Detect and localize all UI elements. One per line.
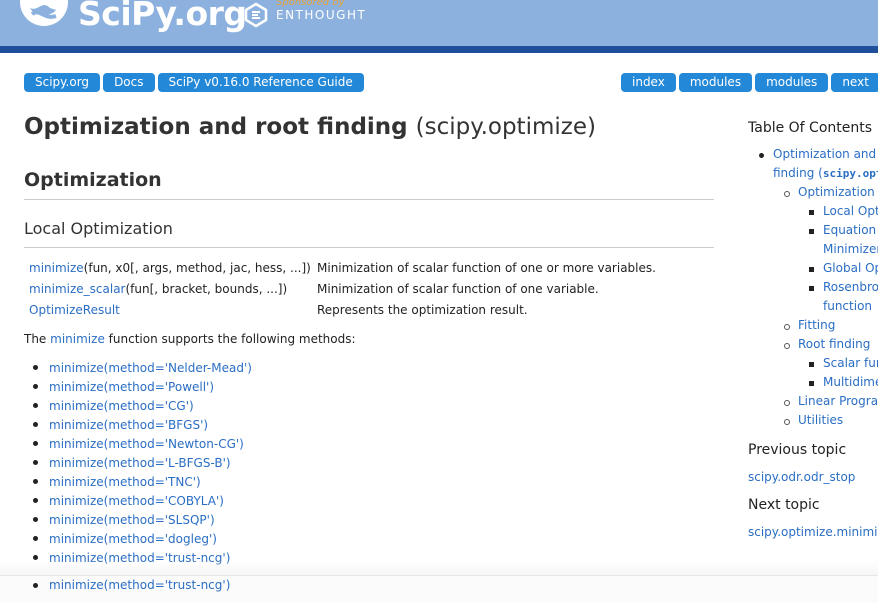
methods-intro-post: function supports the following methods: [108, 332, 356, 346]
summary-row: OptimizeResult [29, 303, 120, 317]
methods-intro-pre: The [24, 332, 47, 346]
related-nav: index modules modules next [621, 73, 878, 92]
sponsor-name[interactable]: ENTHOUGHT [276, 8, 366, 22]
toc-item-rosenbrock-line2[interactable]: function [823, 299, 872, 313]
method-link[interactable]: minimize(method='CG') [33, 398, 252, 417]
nav-reference-guide-button[interactable]: SciPy v0.16.0 Reference Guide [157, 73, 364, 92]
nav-scipy-org-button[interactable]: Scipy.org [24, 73, 101, 92]
section-heading: Optimization [24, 169, 162, 191]
previous-topic-link[interactable]: scipy.odr.odr_stop [748, 470, 855, 484]
section-divider [24, 199, 714, 200]
next-topic-link[interactable]: scipy.optimize.minimize [748, 525, 878, 539]
toc-item-scalar-functions[interactable]: Scalar functions [808, 356, 878, 370]
breadcrumb-nav: Scipy.org Docs SciPy v0.16.0 Reference G… [24, 73, 364, 92]
methods-intro: The minimize function supports the follo… [24, 332, 356, 346]
subsection-divider [24, 247, 714, 248]
method-link[interactable]: minimize(method='BFGS') [33, 417, 252, 436]
summary-row: minimize_scalar(fun[, bracket, bounds, .… [29, 282, 287, 296]
next-topic-heading: Next topic [748, 497, 820, 513]
summary-description: Minimization of scalar function of one v… [317, 282, 599, 296]
summary-signature: (fun, x0[, args, method, jac, hess, ...]… [83, 261, 311, 275]
subsection-heading: Local Optimization [24, 219, 173, 238]
summary-description: Minimization of scalar function of one o… [317, 261, 656, 275]
toc-item-root-finding[interactable]: Root finding [783, 337, 870, 351]
minimize-scalar-link[interactable]: minimize_scalar [29, 282, 126, 296]
toc-item-global-optimization[interactable]: Global Optimization [809, 261, 878, 275]
toc-item-equation-minimizers[interactable]: Equation (Local) [808, 223, 878, 237]
method-link[interactable]: minimize(method='L-BFGS-B') [33, 455, 252, 474]
toc-item-optimization[interactable]: Optimization [784, 185, 875, 199]
nav-modules-button[interactable]: modules [678, 73, 753, 92]
method-link[interactable]: minimize(method='SLSQP') [33, 512, 252, 531]
optimize-result-link[interactable]: OptimizeResult [29, 303, 120, 317]
page-title-text: Optimization and root finding [24, 114, 408, 140]
method-link[interactable]: minimize(method='Nelder-Mead') [33, 360, 252, 379]
header-stripe [0, 46, 878, 53]
method-link[interactable]: minimize(method='Powell') [33, 379, 252, 398]
toc-item-local-optimization[interactable]: Local Optimization [809, 204, 878, 218]
nav-modules-button-2[interactable]: modules [755, 73, 829, 92]
page-title: Optimization and root finding (scipy.opt… [24, 114, 596, 140]
toc-root-code: scipy.optimize [822, 167, 878, 180]
nav-index-button[interactable]: index [621, 73, 676, 92]
toc-item-fitting[interactable]: Fitting [783, 318, 835, 332]
toc-root-pre: finding ( [773, 166, 823, 180]
page-title-module: (scipy.optimize) [415, 114, 596, 140]
toc-item-root[interactable]: Optimization and root [758, 147, 878, 161]
toc-item-rosenbrock[interactable]: Rosenbrock [809, 280, 878, 294]
sponsored-by-label: Sponsored by [276, 0, 345, 8]
toc-item-utilities[interactable]: Utilities [783, 413, 843, 427]
summary-description: Represents the optimization result. [317, 303, 528, 317]
minimize-inline-link[interactable]: minimize [50, 332, 105, 346]
scipy-logo-icon[interactable] [20, 0, 68, 26]
toc-title: Table Of Contents [748, 120, 873, 136]
method-link[interactable]: minimize(method='dogleg') [33, 531, 252, 550]
toc-item-linear-programming[interactable]: Linear Programming [784, 394, 878, 408]
site-header: SciPy.org Sponsored by ENTHOUGHT [0, 0, 878, 46]
minimize-link[interactable]: minimize [29, 261, 84, 275]
nav-docs-button[interactable]: Docs [103, 73, 155, 92]
method-link[interactable]: minimize(method='TNC') [33, 474, 252, 493]
enthought-logo-icon[interactable] [243, 2, 269, 28]
method-link[interactable]: minimize(method='Newton-CG') [33, 436, 252, 455]
method-link[interactable]: minimize(method='COBYLA') [33, 493, 252, 512]
nav-next-button[interactable]: next [831, 73, 878, 92]
summary-row: minimize(fun, x0[, args, method, jac, he… [29, 261, 311, 275]
methods-list: minimize(method='Nelder-Mead') minimize(… [33, 360, 252, 569]
site-logo-text[interactable]: SciPy.org [78, 0, 247, 33]
sidebar: Table Of Contents Optimization and root … [748, 118, 878, 558]
summary-signature: (fun[, bracket, bounds, ...]) [125, 282, 288, 296]
toc-item-multidimensional[interactable]: Multidimensional [808, 375, 878, 389]
previous-topic-heading: Previous topic [748, 442, 847, 458]
toc-item-root-line2[interactable]: finding (scipy.optimize [773, 166, 878, 180]
method-link[interactable]: minimize(method='trust-ncg') [33, 578, 230, 592]
toc-item-equation-minimizers-line2[interactable]: Minimizers [823, 242, 878, 256]
